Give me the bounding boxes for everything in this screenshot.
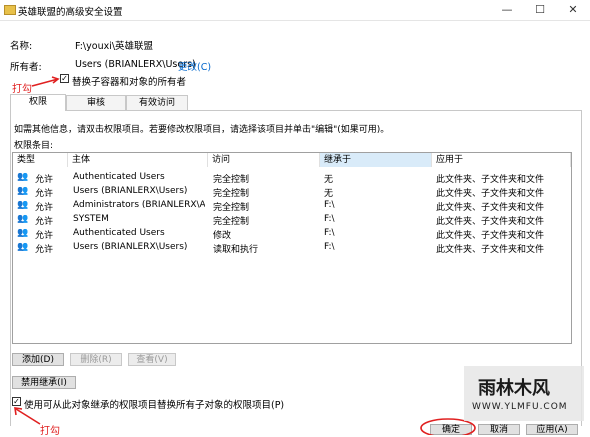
change-owner-link[interactable]: 更改(C) bbox=[178, 59, 211, 73]
add-button[interactable]: 添加(D) bbox=[12, 353, 64, 366]
row-principal: Users (BRIANLERX\Users) bbox=[73, 186, 188, 196]
column-applies[interactable]: 应用于 bbox=[432, 153, 571, 167]
row-inherited: F:\ bbox=[324, 214, 335, 224]
row-principal: Administrators (BRIANLERX\Ad... bbox=[73, 200, 205, 210]
table-row[interactable]: 👥 允许 Users (BRIANLERX\Users) 读取和执行 F:\ 此… bbox=[13, 240, 569, 255]
disable-inheritance-button[interactable]: 禁用继承(I) bbox=[12, 376, 76, 389]
row-principal: SYSTEM bbox=[73, 214, 109, 224]
instructions-text: 如需其他信息，请双击权限项目。若要修改权限项目，请选择该项目并单击"编辑"(如果… bbox=[14, 125, 390, 135]
users-icon: 👥 bbox=[17, 172, 29, 182]
window-title: 英雄联盟的高级安全设置 bbox=[18, 7, 123, 18]
cancel-button[interactable]: 取消 bbox=[478, 424, 520, 435]
minimize-button[interactable]: — bbox=[490, 0, 524, 20]
table-row[interactable]: 👥 允许 Authenticated Users 修改 F:\ 此文件夹、子文件… bbox=[13, 226, 569, 241]
row-type: 允许 bbox=[35, 245, 54, 255]
row-access: 读取和执行 bbox=[213, 245, 259, 255]
folder-icon bbox=[4, 5, 16, 15]
row-inherited: F:\ bbox=[324, 200, 335, 210]
view-button[interactable]: 查看(V) bbox=[128, 353, 176, 366]
title-bar: 英雄联盟的高级安全设置 — ☐ ✕ bbox=[0, 0, 590, 21]
row-principal: Users (BRIANLERX\Users) bbox=[73, 242, 188, 252]
column-access[interactable]: 访问 bbox=[208, 153, 320, 167]
annotation-arrow-top bbox=[31, 76, 60, 87]
tab-effective-access[interactable]: 有效访问 bbox=[126, 95, 188, 110]
close-button[interactable]: ✕ bbox=[556, 0, 590, 20]
table-row[interactable]: 👥 允许 Authenticated Users 完全控制 无 此文件夹、子文件… bbox=[13, 170, 569, 185]
row-inherited: F:\ bbox=[324, 228, 335, 238]
row-inherited: F:\ bbox=[324, 242, 335, 252]
name-label: 名称: bbox=[10, 41, 33, 52]
row-applies: 此文件夹、子文件夹和文件 bbox=[436, 245, 545, 255]
users-icon: 👥 bbox=[17, 200, 29, 210]
owner-label: 所有者: bbox=[10, 62, 42, 73]
maximize-button[interactable]: ☐ bbox=[523, 0, 557, 20]
table-row[interactable]: 👥 允许 SYSTEM 完全控制 F:\ 此文件夹、子文件夹和文件 bbox=[13, 212, 569, 227]
remove-button[interactable]: 删除(R) bbox=[70, 353, 122, 366]
table-row[interactable]: 👥 允许 Users (BRIANLERX\Users) 完全控制 无 此文件夹… bbox=[13, 184, 569, 199]
users-icon: 👥 bbox=[17, 242, 29, 252]
users-icon: 👥 bbox=[17, 214, 29, 224]
entries-label: 权限条目: bbox=[14, 141, 54, 151]
column-inherited[interactable]: 继承于 bbox=[320, 153, 432, 167]
table-row[interactable]: 👥 允许 Administrators (BRIANLERX\Ad... 完全控… bbox=[13, 198, 569, 213]
name-value: F:\youxi\英雄联盟 bbox=[75, 41, 154, 52]
row-principal: Authenticated Users bbox=[73, 228, 165, 238]
column-principal[interactable]: 主体 bbox=[68, 153, 208, 167]
users-icon: 👥 bbox=[17, 228, 29, 238]
tab-permissions[interactable]: 权限 bbox=[10, 94, 66, 111]
watermark-text: 雨林木风 bbox=[478, 378, 550, 399]
apply-button[interactable]: 应用(A) bbox=[526, 424, 578, 435]
column-type[interactable]: 类型 bbox=[13, 153, 68, 167]
replace-child-label: 使用可从此对象继承的权限项目替换所有子对象的权限项目(P) bbox=[24, 400, 285, 411]
replace-owner-label: 替换子容器和对象的所有者 bbox=[72, 77, 187, 88]
tab-auditing[interactable]: 审核 bbox=[66, 95, 126, 110]
watermark-url: WWW.YLMFU.COM bbox=[472, 402, 568, 412]
permissions-list[interactable]: 类型 主体 访问 继承于 应用于 👥 允许 Authenticated User… bbox=[12, 152, 572, 344]
row-principal: Authenticated Users bbox=[73, 172, 165, 182]
users-icon: 👥 bbox=[17, 186, 29, 196]
annotation-top: 打勾 bbox=[12, 84, 32, 95]
watermark-logo: 雨林木风 WWW.YLMFU.COM bbox=[464, 366, 584, 421]
